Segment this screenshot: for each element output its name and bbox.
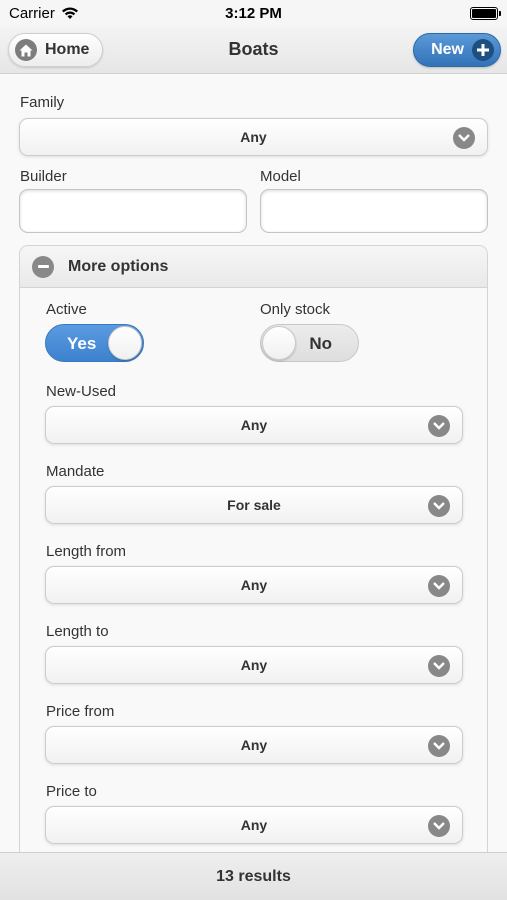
- length-to-select[interactable]: Any: [45, 646, 463, 684]
- length-to-select-value: Any: [240, 657, 268, 673]
- plus-icon: [472, 39, 494, 61]
- new-used-label: New-Used: [46, 383, 117, 400]
- status-bar: Carrier 3:12 PM: [0, 0, 507, 26]
- chevron-down-icon: [428, 815, 450, 837]
- active-toggle[interactable]: Yes: [45, 324, 144, 362]
- only-stock-label: Only stock: [260, 301, 331, 318]
- chevron-down-icon: [428, 415, 450, 437]
- model-input[interactable]: [260, 189, 488, 233]
- more-options-header[interactable]: More options: [20, 246, 487, 288]
- mandate-label: Mandate: [46, 463, 105, 480]
- price-to-select[interactable]: Any: [45, 806, 463, 844]
- length-from-select[interactable]: Any: [45, 566, 463, 604]
- length-from-select-value: Any: [240, 577, 268, 593]
- mandate-select[interactable]: For sale: [45, 486, 463, 524]
- new-button[interactable]: New: [413, 33, 501, 67]
- chevron-down-icon: [428, 735, 450, 757]
- toggle-knob: [262, 326, 296, 360]
- minus-icon: [32, 255, 54, 278]
- family-select[interactable]: Any: [19, 118, 488, 156]
- new-button-label: New: [431, 41, 464, 58]
- price-from-select[interactable]: Any: [45, 726, 463, 764]
- price-to-label: Price to: [46, 783, 97, 800]
- more-options-label: More options: [68, 257, 169, 275]
- only-stock-toggle-value: No: [309, 334, 332, 353]
- status-time: 3:12 PM: [225, 5, 282, 22]
- mandate-select-value: For sale: [227, 497, 281, 513]
- chevron-down-icon: [428, 655, 450, 677]
- new-used-select[interactable]: Any: [45, 406, 463, 444]
- header-bar: Home Boats New: [0, 26, 507, 74]
- price-from-label: Price from: [46, 703, 115, 720]
- new-used-select-value: Any: [240, 417, 268, 433]
- builder-input[interactable]: [19, 189, 247, 233]
- battery-icon: [470, 7, 501, 20]
- chevron-down-icon: [428, 495, 450, 517]
- active-label: Active: [46, 301, 87, 318]
- length-from-label: Length from: [46, 543, 127, 560]
- chevron-down-icon: [428, 575, 450, 597]
- model-label: Model: [260, 168, 301, 185]
- results-footer: 13 results: [0, 852, 507, 900]
- length-to-label: Length to: [46, 623, 109, 640]
- toggle-knob: [108, 326, 142, 360]
- price-from-select-value: Any: [240, 737, 268, 753]
- results-count: 13 results: [216, 867, 291, 885]
- chevron-down-icon: [453, 127, 475, 149]
- only-stock-toggle[interactable]: No: [260, 324, 359, 362]
- builder-label: Builder: [20, 168, 67, 185]
- price-to-select-value: Any: [240, 817, 268, 833]
- family-select-value: Any: [240, 129, 267, 145]
- family-label: Family: [20, 94, 65, 111]
- active-toggle-value: Yes: [67, 334, 97, 353]
